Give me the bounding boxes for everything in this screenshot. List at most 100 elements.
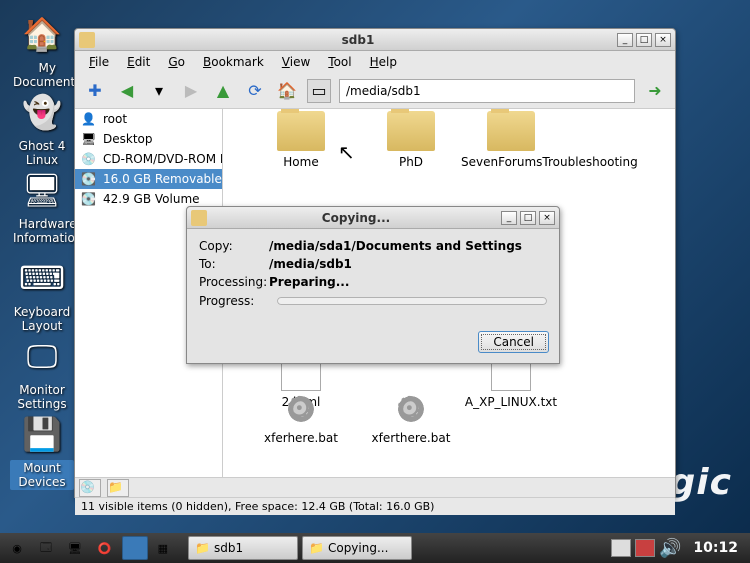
progress-label: Progress: bbox=[199, 294, 269, 308]
close-button[interactable]: × bbox=[539, 211, 555, 225]
start-menu-button[interactable]: ◉ bbox=[4, 536, 30, 560]
address-bar[interactable] bbox=[339, 79, 635, 103]
drive-icon[interactable]: 💿 bbox=[79, 479, 101, 497]
file-label: Home bbox=[251, 155, 351, 169]
minimize-button[interactable]: _ bbox=[501, 211, 517, 225]
copy-label: Copy: bbox=[199, 239, 269, 253]
copy-value: /media/sda1/Documents and Settings bbox=[269, 239, 522, 253]
file-label: xferthere.bat bbox=[361, 431, 461, 445]
menu-edit[interactable]: Edit bbox=[119, 52, 158, 72]
file-item-sevenforumstroubleshooting[interactable]: SevenForumsTroubleshooting bbox=[461, 111, 561, 169]
taskbar: ◉ 🗔 🖥 ⭕ ▦ 📁 sdb1 📁 Copying... 🔊 10:12 bbox=[0, 533, 750, 563]
app-icon: 🖥 bbox=[18, 166, 66, 214]
menu-view[interactable]: View bbox=[274, 52, 318, 72]
dlg-title: Copying... bbox=[211, 211, 501, 225]
file-item-phd[interactable]: PhD bbox=[361, 111, 461, 169]
icon-label: Keyboard Layout bbox=[10, 304, 74, 334]
file-item-xferthere-bat[interactable]: xferthere.bat bbox=[361, 391, 461, 445]
copy-dialog: Copying... _ □ × Copy:/media/sda1/Docume… bbox=[186, 206, 560, 364]
menu-go[interactable]: Go bbox=[160, 52, 193, 72]
gear-icon bbox=[393, 391, 429, 427]
desktop-icon-my-documents[interactable]: 🏠My Documents bbox=[10, 10, 74, 90]
maximize-button[interactable]: □ bbox=[636, 33, 652, 47]
bottom-toolbar: 💿 📁 bbox=[75, 477, 675, 497]
app-icon: 💾 bbox=[18, 410, 66, 458]
add-tab-button[interactable]: ✚ bbox=[83, 79, 107, 103]
show-desktop-button[interactable]: 🗔 bbox=[34, 536, 58, 560]
icon-label: Ghost 4 Linux bbox=[10, 138, 74, 168]
drive-icon: 💽 bbox=[81, 172, 97, 186]
app-icon: 🏠 bbox=[18, 10, 66, 58]
menu-bookmark[interactable]: Bookmark bbox=[195, 52, 272, 72]
sidebar-label: 16.0 GB Removable Volume bbox=[103, 172, 223, 186]
sidebar-label: CD-ROM/DVD-ROM Drive bbox=[103, 152, 223, 166]
menubar: FileEditGoBookmarkViewToolHelp bbox=[75, 51, 675, 73]
sidebar-label: 42.9 GB Volume bbox=[103, 192, 200, 206]
system-tray: 🔊 bbox=[611, 538, 681, 559]
history-dropdown[interactable]: ▾ bbox=[147, 79, 171, 103]
sidebar-item-desktop[interactable]: 🖥Desktop bbox=[75, 129, 222, 149]
home-button[interactable]: 🏠 bbox=[275, 79, 299, 103]
refresh-button[interactable]: ⟳ bbox=[243, 79, 267, 103]
progress-bar bbox=[277, 293, 547, 309]
file-label: xferhere.bat bbox=[251, 431, 351, 445]
back-button[interactable]: ◀ bbox=[115, 79, 139, 103]
menu-help[interactable]: Help bbox=[362, 52, 405, 72]
statusbar: 11 visible items (0 hidden), Free space:… bbox=[75, 497, 675, 515]
sidebar-label: root bbox=[103, 112, 127, 126]
fm-titlebar[interactable]: sdb1 _ □ × bbox=[75, 29, 675, 51]
sidebar-item-cd-rom-dvd-rom-drive[interactable]: 💿 CD-ROM/DVD-ROM Drive bbox=[75, 149, 222, 169]
app-icon: ⌨ bbox=[18, 254, 66, 302]
sidebar-item-16-0-gb-removable-volume[interactable]: 💽 16.0 GB Removable Volume bbox=[75, 169, 222, 189]
help-button[interactable]: ⭕ bbox=[92, 536, 118, 560]
up-button[interactable]: ▲ bbox=[211, 79, 235, 103]
folder-icon: 📁 bbox=[195, 541, 210, 555]
file-label: A_XP_LINUX.txt bbox=[461, 395, 561, 409]
desktop-icon: 🖥 bbox=[81, 132, 97, 146]
gear-icon bbox=[283, 391, 319, 427]
processing-value: Preparing... bbox=[269, 275, 349, 289]
to-label: To: bbox=[199, 257, 269, 271]
processing-label: Processing: bbox=[199, 275, 269, 289]
sidebar-item-root[interactable]: 👤 root bbox=[75, 109, 222, 129]
window-list-button[interactable] bbox=[122, 536, 148, 560]
task-label: Copying... bbox=[328, 541, 388, 555]
desktop-icon-keyboard-layout[interactable]: ⌨Keyboard Layout bbox=[10, 254, 74, 334]
drive-icon: 💽 bbox=[81, 192, 97, 206]
file-label: PhD bbox=[361, 155, 461, 169]
display-button[interactable]: 🖥 bbox=[62, 536, 88, 560]
cancel-button[interactable]: Cancel bbox=[478, 331, 549, 353]
tray-icon[interactable] bbox=[611, 539, 631, 557]
forward-button[interactable]: ▶ bbox=[179, 79, 203, 103]
minimize-button[interactable]: _ bbox=[617, 33, 633, 47]
task-copying[interactable]: 📁 Copying... bbox=[302, 536, 412, 560]
folder-open-icon[interactable]: 📁 bbox=[107, 479, 129, 497]
go-button[interactable]: ➜ bbox=[643, 79, 667, 103]
calendar-button[interactable]: ▦ bbox=[152, 536, 174, 560]
close-button[interactable]: × bbox=[655, 33, 671, 47]
user-icon: 👤 bbox=[81, 112, 97, 126]
volume-icon[interactable]: 🔊 bbox=[659, 538, 681, 559]
folder-icon bbox=[387, 111, 435, 151]
maximize-button[interactable]: □ bbox=[520, 211, 536, 225]
app-icon: 🖵 bbox=[18, 332, 66, 380]
folder-icon: 📁 bbox=[309, 541, 324, 555]
network-icon[interactable] bbox=[635, 539, 655, 557]
icon-label: Mount Devices bbox=[10, 460, 74, 490]
clock[interactable]: 10:12 bbox=[685, 540, 746, 556]
to-value: /media/sdb1 bbox=[269, 257, 352, 271]
menu-tool[interactable]: Tool bbox=[320, 52, 359, 72]
task-sdb1[interactable]: 📁 sdb1 bbox=[188, 536, 298, 560]
view-mode-button[interactable]: ▭ bbox=[307, 79, 331, 103]
menu-file[interactable]: File bbox=[81, 52, 117, 72]
disc-icon: 💿 bbox=[81, 152, 97, 166]
file-item-home[interactable]: Home bbox=[251, 111, 351, 169]
desktop-icon-monitor-settings[interactable]: 🖵Monitor Settings bbox=[10, 332, 74, 412]
dlg-titlebar[interactable]: Copying... _ □ × bbox=[187, 207, 559, 229]
desktop-icon-mount-devices[interactable]: 💾Mount Devices bbox=[10, 410, 74, 490]
desktop-icon-ghost-4-linux[interactable]: 👻Ghost 4 Linux bbox=[10, 88, 74, 168]
file-item-xferhere-bat[interactable]: xferhere.bat bbox=[251, 391, 351, 445]
desktop-icon-hardware-information[interactable]: 🖥Hardware Information bbox=[10, 166, 74, 246]
file-label: SevenForumsTroubleshooting bbox=[461, 155, 561, 169]
folder-icon bbox=[79, 32, 95, 48]
